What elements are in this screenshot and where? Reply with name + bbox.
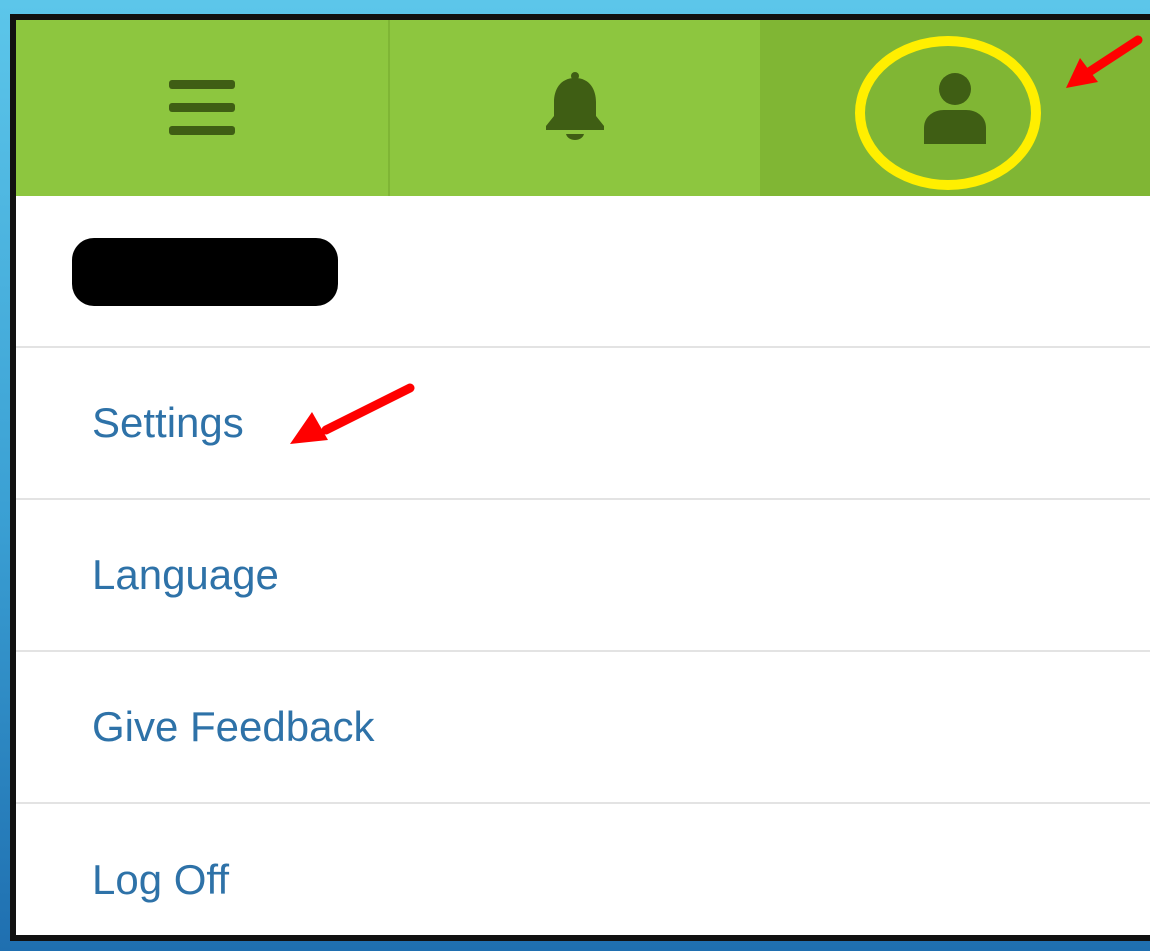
menu-button[interactable]	[16, 20, 390, 196]
app-window: Settings Language Give Feedback Log Off	[10, 14, 1150, 941]
user-name-row	[16, 196, 1150, 348]
hamburger-menu-icon	[169, 80, 235, 136]
notification-bell-icon	[542, 72, 608, 144]
give-feedback-menu-item[interactable]: Give Feedback	[16, 652, 1150, 804]
settings-label: Settings	[92, 399, 244, 446]
language-menu-item[interactable]: Language	[16, 500, 1150, 652]
account-menu-list: Settings Language Give Feedback Log Off	[16, 348, 1150, 935]
yellow-highlight-circle	[855, 36, 1041, 190]
language-label: Language	[92, 551, 279, 598]
log-off-label: Log Off	[92, 856, 229, 903]
red-arrow-annotation	[290, 383, 415, 444]
notifications-button[interactable]	[390, 20, 760, 196]
red-arrow-annotation	[1066, 35, 1143, 88]
give-feedback-label: Give Feedback	[92, 703, 375, 750]
log-off-menu-item[interactable]: Log Off	[16, 804, 1150, 935]
redacted-username	[72, 238, 338, 306]
settings-menu-item[interactable]: Settings	[16, 348, 1150, 500]
top-nav-bar	[16, 20, 1150, 196]
account-button[interactable]	[760, 20, 1150, 196]
